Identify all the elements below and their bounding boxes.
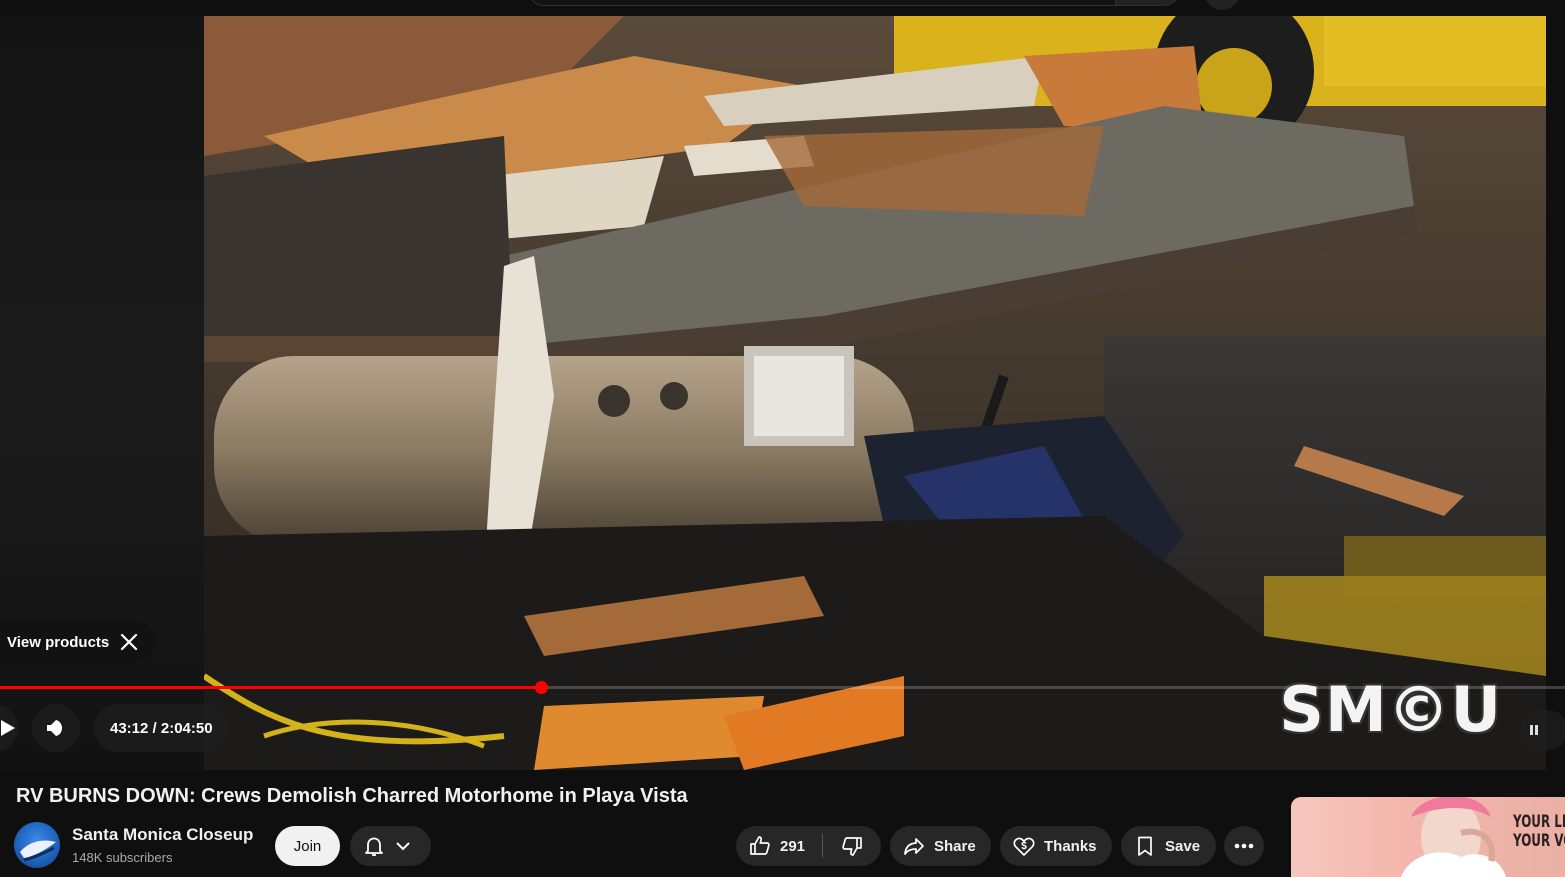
thumbs-up-icon <box>748 834 772 858</box>
progress-scrubber[interactable] <box>534 681 548 694</box>
ambient-glow-right <box>1545 16 1565 770</box>
notifications-button[interactable] <box>350 826 431 866</box>
volume-icon <box>44 716 68 740</box>
dislike-button[interactable] <box>823 826 881 866</box>
channel-name[interactable]: Santa Monica Closeup <box>72 825 253 845</box>
autoplay-toggle[interactable] <box>1520 710 1565 750</box>
video-player[interactable]: SM©U View products 43:12 / 2:04:50 <box>0 16 1565 770</box>
share-button[interactable]: Share <box>890 826 991 866</box>
share-label: Share <box>934 837 976 855</box>
thanks-button[interactable]: Thanks <box>1000 826 1112 866</box>
search-input[interactable] <box>528 0 1116 6</box>
save-label: Save <box>1165 837 1201 855</box>
thanks-dollar-icon <box>1012 834 1036 858</box>
save-button[interactable]: Save <box>1121 826 1216 866</box>
more-actions-button[interactable] <box>1224 826 1264 866</box>
ad-text-line2: YOUR VOL <box>1513 831 1565 851</box>
like-count: 291 <box>780 837 806 855</box>
search-button[interactable] <box>1116 0 1180 6</box>
subscriber-count: 148K subscribers <box>72 850 173 865</box>
share-arrow-icon <box>902 834 926 858</box>
ad-headline: YOUR LIFE YOUR VOL <box>1513 813 1565 851</box>
volume-button[interactable] <box>32 704 80 752</box>
sidebar-ad-thumbnail[interactable]: YOUR LIFE YOUR VOL <box>1291 797 1565 877</box>
bell-icon <box>362 834 386 858</box>
progress-played <box>0 686 541 689</box>
like-dislike-group: 291 <box>736 826 881 866</box>
video-frame[interactable]: SM©U <box>204 16 1546 770</box>
close-icon[interactable] <box>119 632 139 652</box>
pause-icon <box>1529 725 1539 735</box>
channel-avatar[interactable] <box>14 822 60 868</box>
chevron-down-icon <box>394 837 412 855</box>
video-still-burned-rv <box>204 16 1546 770</box>
time-display-text: 43:12 / 2:04:50 <box>110 719 213 737</box>
video-title: RV BURNS DOWN: Crews Demolish Charred Mo… <box>16 785 688 807</box>
bookmark-icon <box>1133 834 1157 858</box>
play-icon <box>1 720 15 736</box>
progress-bar[interactable] <box>0 681 1565 694</box>
join-label: Join <box>293 837 322 855</box>
thanks-label: Thanks <box>1044 837 1097 855</box>
view-products-label: View products <box>7 633 110 651</box>
voice-search-button[interactable] <box>1204 0 1240 10</box>
time-display[interactable]: 43:12 / 2:04:50 <box>94 704 229 752</box>
thumbs-down-icon <box>840 834 864 858</box>
view-products-button[interactable]: View products <box>0 620 156 664</box>
more-horizontal-icon <box>1234 843 1254 849</box>
ad-text-line1: YOUR LIFE <box>1513 812 1565 832</box>
like-button[interactable]: 291 <box>736 826 822 866</box>
masthead <box>0 0 1565 16</box>
join-button[interactable]: Join <box>275 826 340 866</box>
